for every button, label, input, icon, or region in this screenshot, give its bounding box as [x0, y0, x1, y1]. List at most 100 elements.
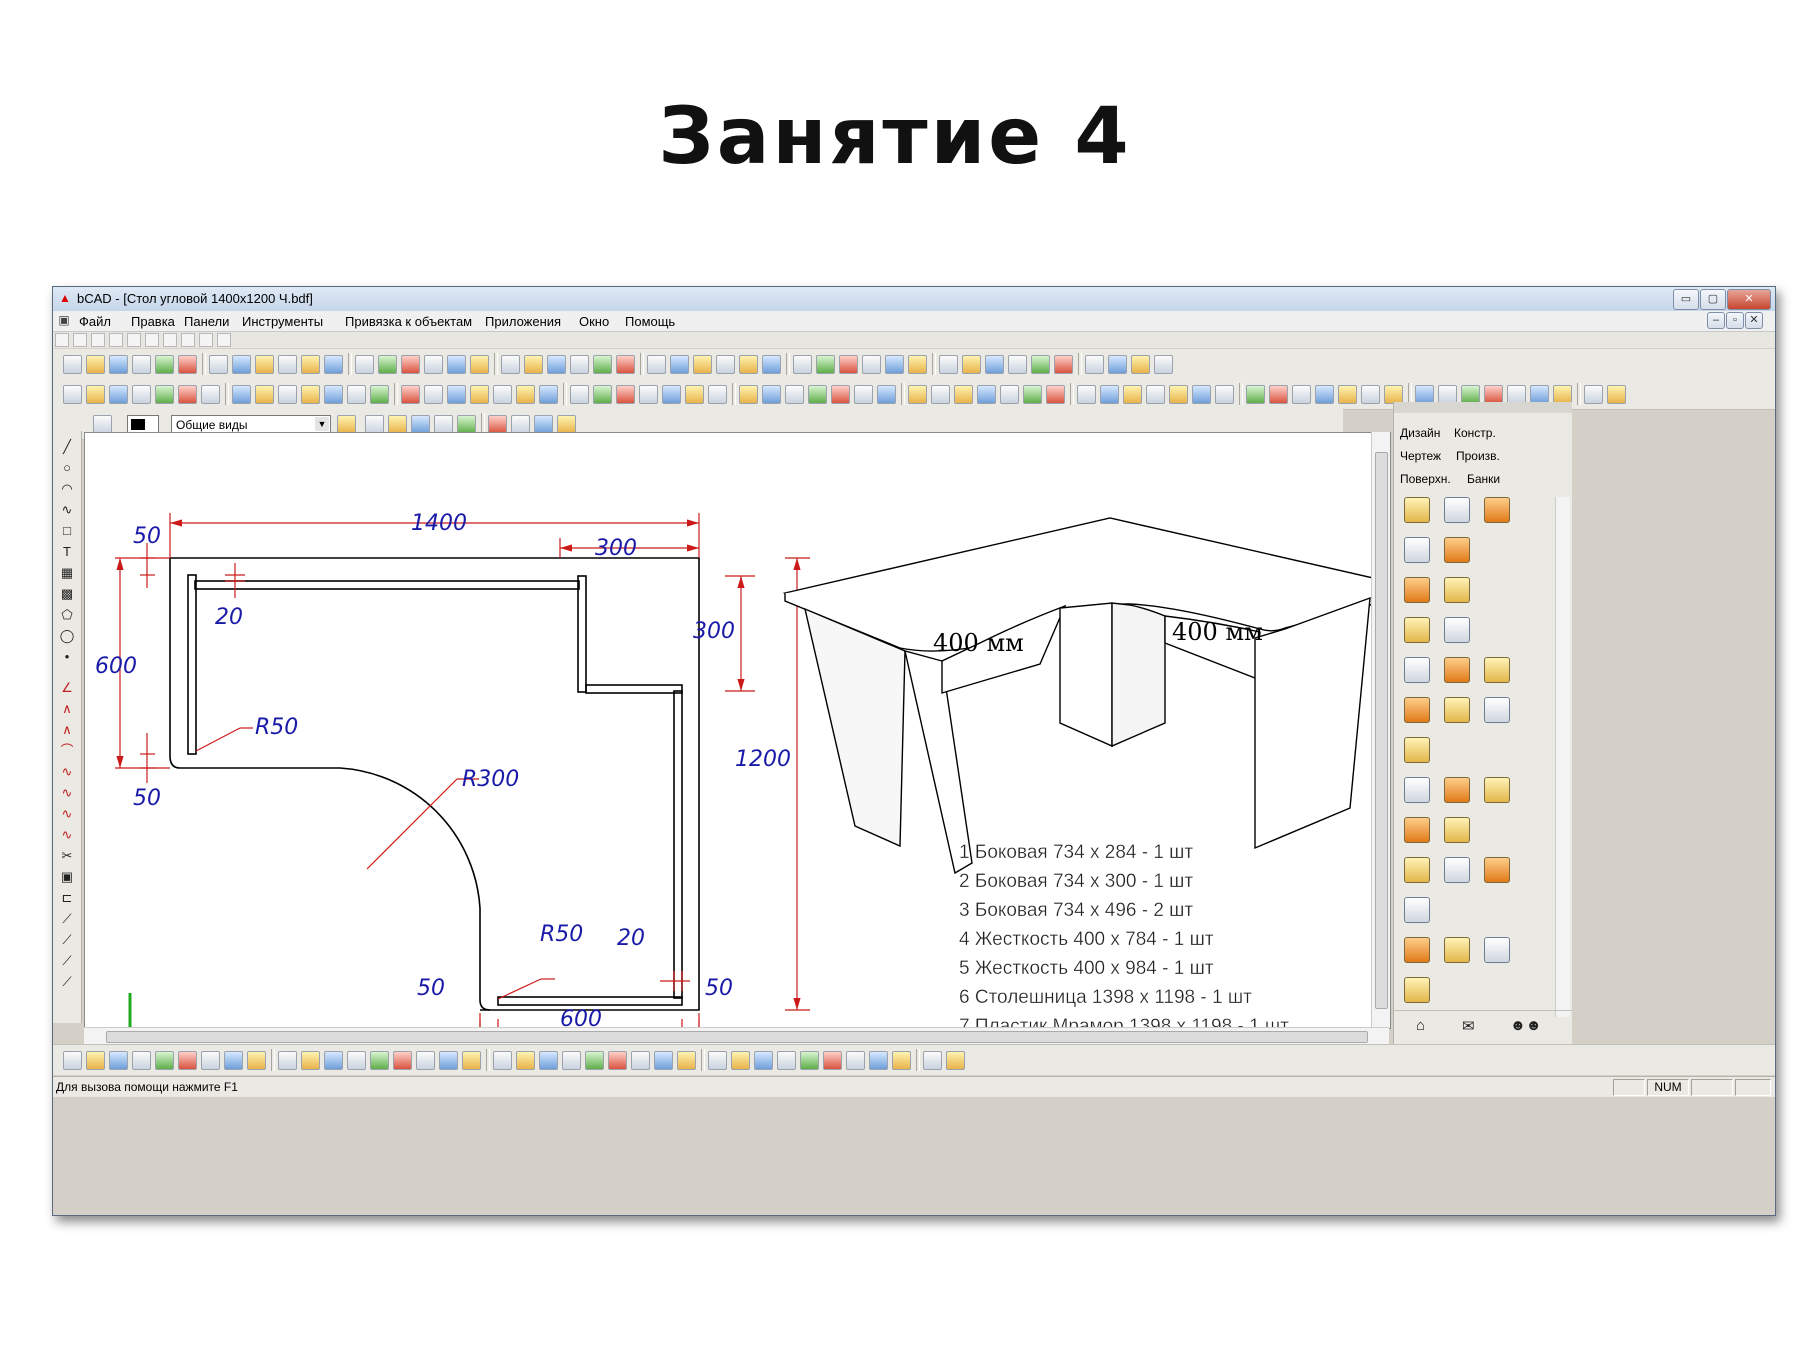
toolbar-button[interactable]	[1077, 385, 1096, 404]
toolbar-button[interactable]	[109, 355, 128, 374]
toolbar-button[interactable]	[247, 1051, 266, 1070]
toolbar-button[interactable]	[1192, 385, 1211, 404]
toolbar-button[interactable]	[639, 385, 658, 404]
toolbar-button[interactable]	[232, 385, 251, 404]
toolbar-button[interactable]	[132, 1051, 151, 1070]
toolbar-button[interactable]	[839, 355, 858, 374]
menu-edit[interactable]: Правка	[131, 314, 175, 329]
toolbar-button[interactable]	[1246, 385, 1265, 404]
curve-icon[interactable]: ⌒	[59, 743, 75, 759]
toolbar-button[interactable]	[416, 1051, 435, 1070]
toolbar-button[interactable]	[1085, 355, 1104, 374]
toolbar-button[interactable]	[278, 355, 297, 374]
component-button[interactable]	[1444, 617, 1470, 643]
toolbar-button[interactable]	[562, 1051, 581, 1070]
toolbar-button[interactable]	[447, 355, 466, 374]
tab-surfaces[interactable]: Поверхн.	[1400, 472, 1451, 486]
circle-icon[interactable]: ○	[59, 460, 75, 476]
fill-icon[interactable]: ▩	[59, 586, 75, 602]
toolbar-button[interactable]	[977, 385, 996, 404]
component-button[interactable]	[1444, 857, 1470, 883]
toolbar-button[interactable]	[132, 355, 151, 374]
trim-icon[interactable]: ✂	[59, 848, 75, 864]
toolbar-button[interactable]	[1008, 355, 1027, 374]
menu-apps[interactable]: Приложения	[485, 314, 561, 329]
fillet-icon[interactable]: ∧	[59, 722, 75, 738]
toolbar-button[interactable]	[962, 355, 981, 374]
component-button[interactable]	[1444, 817, 1470, 843]
home-icon[interactable]: ⌂	[1416, 1017, 1425, 1034]
doc-tab[interactable]	[181, 333, 195, 347]
toolbar-button[interactable]	[1031, 355, 1050, 374]
arc-icon[interactable]: ◠	[59, 481, 75, 497]
toolbar-button[interactable]	[493, 385, 512, 404]
toolbar-button[interactable]	[547, 355, 566, 374]
doc-tab[interactable]	[145, 333, 159, 347]
toolbar-button[interactable]	[823, 1051, 842, 1070]
toolbar-button[interactable]	[1123, 385, 1142, 404]
component-button[interactable]	[1444, 497, 1470, 523]
toolbar-button[interactable]	[324, 1051, 343, 1070]
toolbar-button[interactable]	[201, 1051, 220, 1070]
tab-banks[interactable]: Банки	[1467, 472, 1500, 486]
toolbar-button[interactable]	[86, 385, 105, 404]
toolbar-button[interactable]	[908, 385, 927, 404]
component-button[interactable]	[1404, 537, 1430, 563]
toolbar-button[interactable]	[593, 355, 612, 374]
component-button[interactable]	[1444, 937, 1470, 963]
extend-icon[interactable]: ⟋	[59, 932, 75, 948]
toolbar-button[interactable]	[869, 1051, 888, 1070]
toolbar-button[interactable]	[731, 1051, 750, 1070]
toolbar-button[interactable]	[1584, 385, 1603, 404]
tab-production[interactable]: Произв.	[1456, 449, 1500, 463]
toolbar-button[interactable]	[178, 385, 197, 404]
block-icon[interactable]: ▣	[59, 869, 75, 885]
component-button[interactable]	[1484, 497, 1510, 523]
component-button[interactable]	[1404, 697, 1430, 723]
doc-tab[interactable]	[127, 333, 141, 347]
toolbar-button[interactable]	[831, 385, 850, 404]
minimize-button[interactable]: ▭	[1673, 289, 1699, 310]
toolbar-button[interactable]	[800, 1051, 819, 1070]
scroll-thumb[interactable]	[106, 1031, 1368, 1043]
component-button[interactable]	[1404, 897, 1430, 923]
point-icon[interactable]: •	[59, 649, 75, 665]
toolbar-button[interactable]	[301, 385, 320, 404]
toolbar-button[interactable]	[908, 355, 927, 374]
toolbar-button[interactable]	[424, 385, 443, 404]
toolbar-button[interactable]	[401, 355, 420, 374]
component-button[interactable]	[1404, 497, 1430, 523]
toolbar-button[interactable]	[777, 1051, 796, 1070]
mail-icon[interactable]: ✉	[1462, 1017, 1475, 1035]
toolbar-button[interactable]	[1361, 385, 1380, 404]
toolbar-button[interactable]	[224, 1051, 243, 1070]
component-button[interactable]	[1444, 657, 1470, 683]
component-button[interactable]	[1484, 777, 1510, 803]
toolbar-button[interactable]	[1131, 355, 1150, 374]
spline-icon[interactable]: ∿	[59, 502, 75, 518]
component-button[interactable]	[1404, 737, 1430, 763]
toolbar-button[interactable]	[885, 355, 904, 374]
toolbar-button[interactable]	[493, 1051, 512, 1070]
toolbar-button[interactable]	[424, 355, 443, 374]
component-button[interactable]	[1444, 777, 1470, 803]
wave-icon[interactable]: ∿	[59, 806, 75, 822]
users-icon[interactable]: ☻☻	[1510, 1017, 1542, 1034]
chevron-down-icon[interactable]: ▼	[315, 417, 329, 431]
toolbar-button[interactable]	[1046, 385, 1065, 404]
toolbar-button[interactable]	[892, 1051, 911, 1070]
toolbar-button[interactable]	[647, 355, 666, 374]
toolbar-button[interactable]	[378, 355, 397, 374]
component-button[interactable]	[1404, 857, 1430, 883]
toolbar-button[interactable]	[739, 355, 758, 374]
doc-tab[interactable]	[73, 333, 87, 347]
extend-icon[interactable]: ⟋	[59, 911, 75, 927]
toolbar-button[interactable]	[255, 355, 274, 374]
toolbar-button[interactable]	[324, 355, 343, 374]
hatch-icon[interactable]: ▦	[59, 565, 75, 581]
toolbar-button[interactable]	[685, 385, 704, 404]
toolbar-button[interactable]	[793, 355, 812, 374]
component-button[interactable]	[1404, 977, 1430, 1003]
toolbar-button[interactable]	[931, 385, 950, 404]
component-button[interactable]	[1484, 937, 1510, 963]
